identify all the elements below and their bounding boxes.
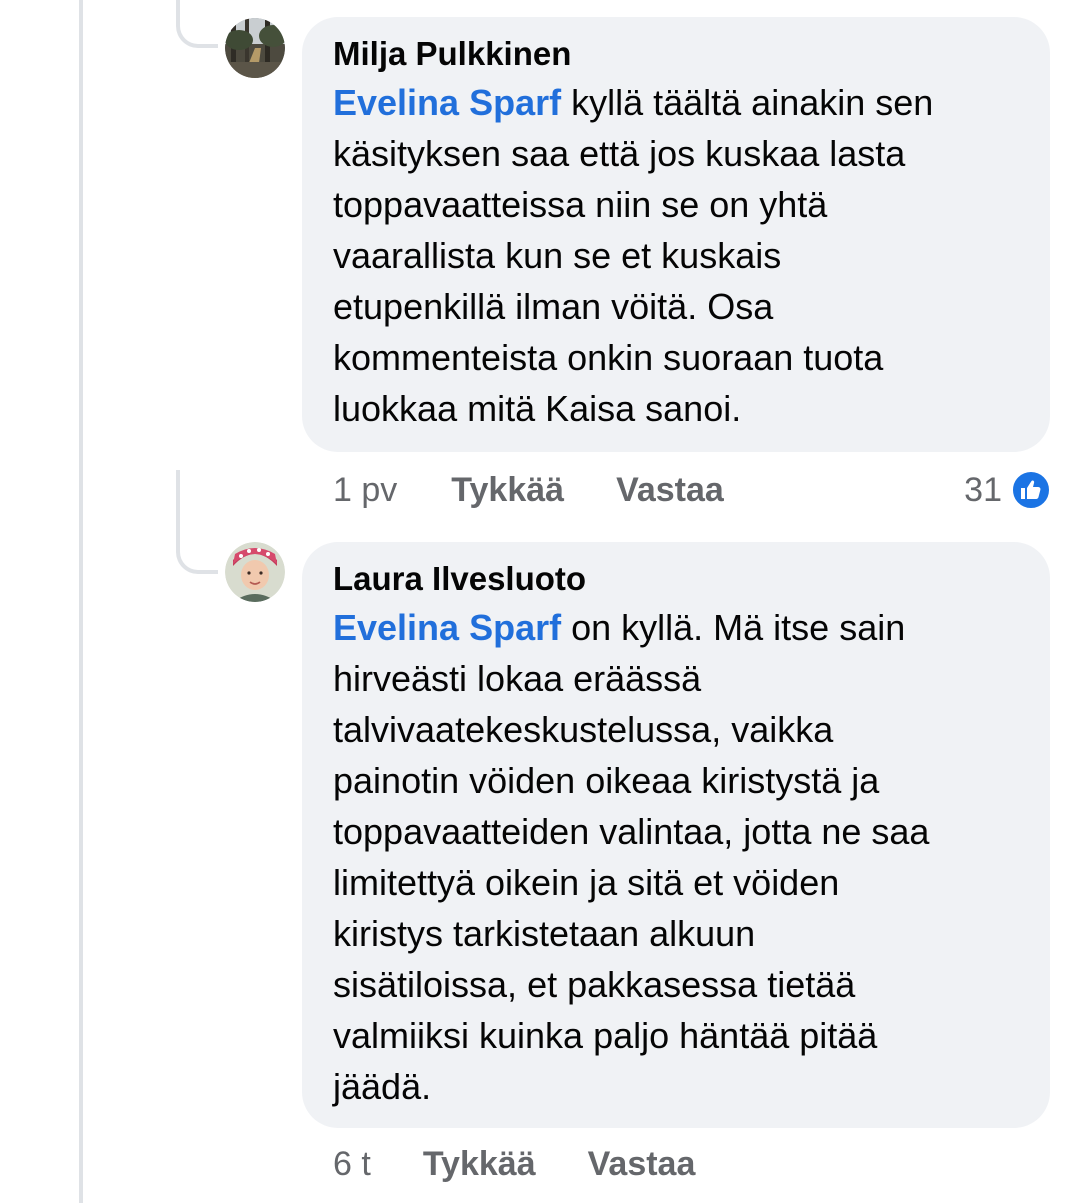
comment-author[interactable]: Milja Pulkkinen [333, 33, 1020, 75]
avatar-photo [225, 18, 285, 78]
comment-actions: 6 t Tykkää Vastaa [333, 1142, 695, 1186]
avatar[interactable] [225, 542, 285, 602]
comment-actions: 1 pv Tykkää Vastaa [333, 468, 724, 512]
like-button[interactable]: Tykkää [451, 471, 564, 510]
mention-link[interactable]: Evelina Sparf [333, 607, 561, 648]
comment-bubble: Laura Ilvesluoto Evelina Sparf on kyllä.… [302, 542, 1050, 1128]
comment-bubble: Milja Pulkkinen Evelina Sparf kyllä tääl… [302, 17, 1050, 452]
comment-body: kyllä täältä ainakin sen käsityksen saa … [333, 82, 934, 429]
avatar-photo [225, 542, 285, 602]
reaction-summary[interactable]: 31 [964, 468, 1052, 512]
avatar[interactable] [225, 18, 285, 78]
comment-timestamp[interactable]: 6 t [333, 1145, 371, 1184]
reaction-count: 31 [964, 470, 1002, 509]
comment-body: on kyllä. Mä itse sain hirveästi lokaa e… [333, 607, 930, 1107]
reply-connector [176, 0, 218, 48]
comment-text: Evelina Sparf kyllä täältä ainakin sen k… [333, 77, 1020, 434]
reply-button[interactable]: Vastaa [616, 471, 724, 510]
comment-timestamp[interactable]: 1 pv [333, 471, 397, 510]
thread-line [79, 0, 83, 1203]
like-icon [1010, 469, 1052, 511]
reply-connector [176, 470, 218, 574]
like-button[interactable]: Tykkää [423, 1145, 536, 1184]
comment-text: Evelina Sparf on kyllä. Mä itse sain hir… [333, 602, 1020, 1112]
mention-link[interactable]: Evelina Sparf [333, 82, 561, 123]
comment-author[interactable]: Laura Ilvesluoto [333, 558, 1020, 600]
reply-button[interactable]: Vastaa [588, 1145, 696, 1184]
